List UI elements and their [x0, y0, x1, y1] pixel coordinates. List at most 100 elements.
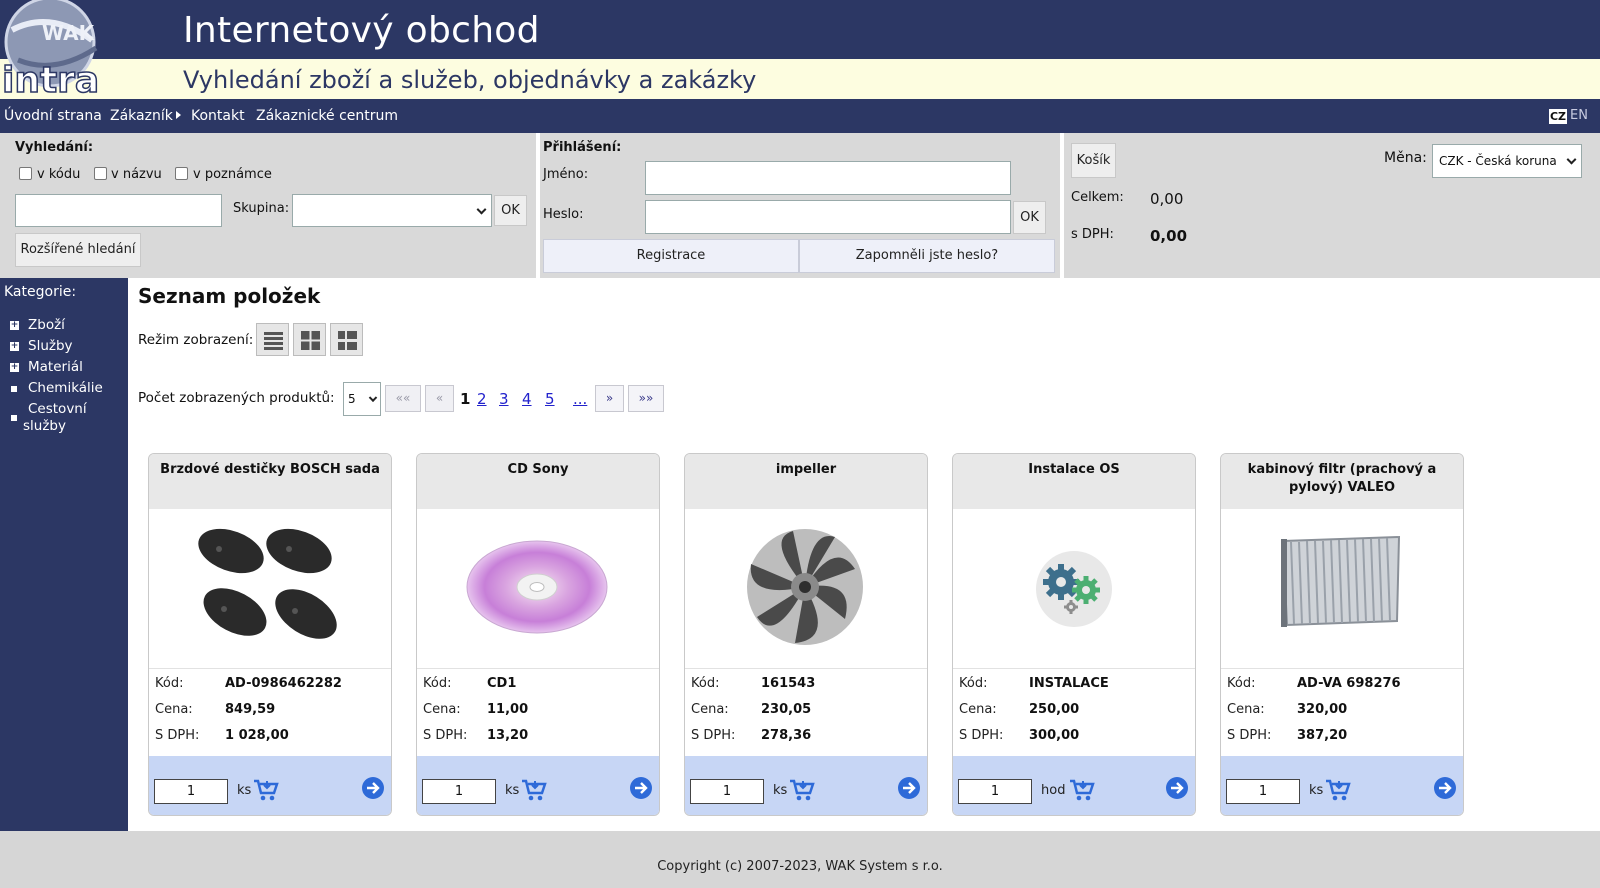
login-ok-button[interactable]: OK — [1013, 201, 1046, 234]
search-input[interactable] — [15, 194, 222, 227]
forgot-password-button[interactable]: Zapomněli jste heslo? — [799, 239, 1055, 273]
card-divider — [149, 668, 391, 669]
search-in-note-checkbox[interactable] — [175, 167, 188, 180]
cart-icon[interactable] — [1069, 778, 1095, 802]
expand-plus-icon[interactable]: + — [10, 321, 19, 330]
product-code: INSTALACE — [1029, 676, 1109, 691]
unit-label: ks — [773, 783, 788, 798]
items-count-select[interactable]: 5 — [343, 382, 381, 416]
lang-cz-button[interactable]: CZ — [1549, 109, 1567, 124]
caret-right-icon — [175, 111, 181, 119]
expand-plus-icon[interactable]: + — [10, 342, 19, 351]
pager-page-4[interactable]: 4 — [522, 390, 532, 408]
search-in-note-label: v poznámce — [193, 167, 272, 182]
group-select[interactable] — [292, 194, 492, 227]
password-input[interactable] — [645, 200, 1011, 234]
card-footer: 1 ks — [149, 756, 391, 815]
product-name[interactable]: kabinový filtr (prachový a pylový) VALEO — [1221, 454, 1463, 509]
bullet-icon — [11, 415, 17, 421]
product-name[interactable]: impeller — [685, 454, 927, 509]
unit-label: ks — [1309, 783, 1324, 798]
vat-label: S DPH: — [1227, 728, 1272, 743]
vat-total-value: 0,00 — [1150, 227, 1188, 245]
search-in-name-checkbox[interactable] — [94, 167, 107, 180]
product-image-brake-pads[interactable] — [149, 509, 391, 669]
pager-page-5[interactable]: 5 — [545, 390, 555, 408]
arrow-right-circle-icon[interactable] — [629, 776, 653, 800]
product-image-cd[interactable] — [417, 509, 659, 669]
quantity-input[interactable]: 1 — [422, 779, 496, 804]
site-subtitle: Vyhledání zboží a služeb, objednávky a z… — [183, 66, 757, 94]
category-goods[interactable]: Zboží — [28, 317, 65, 333]
username-label: Jméno: — [543, 167, 589, 182]
pager-next-button[interactable]: » — [595, 385, 624, 412]
view-list-button[interactable] — [256, 323, 289, 356]
price-label: Cena: — [691, 702, 729, 717]
advanced-search-button[interactable]: Rozšířené hledání — [15, 233, 141, 267]
logo[interactable]: WAK intra — [0, 0, 112, 102]
lang-en-button[interactable]: EN — [1570, 108, 1588, 123]
view-rows-button[interactable] — [330, 323, 363, 356]
product-vat-price: 1 028,00 — [225, 728, 289, 743]
cart-icon[interactable] — [253, 778, 279, 802]
cart-icon[interactable] — [789, 778, 815, 802]
view-tiles-button[interactable] — [293, 323, 326, 356]
arrow-right-circle-icon[interactable] — [1433, 776, 1457, 800]
cart-button[interactable]: Košík — [1071, 143, 1116, 178]
pager-page-2[interactable]: 2 — [477, 390, 487, 408]
username-input[interactable] — [645, 161, 1011, 195]
card-divider — [685, 668, 927, 669]
quantity-input[interactable]: 1 — [1226, 779, 1300, 804]
quantity-input[interactable]: 1 — [958, 779, 1032, 804]
nav-customer[interactable]: Zákazník — [110, 108, 181, 124]
quantity-input[interactable]: 1 — [154, 779, 228, 804]
product-name[interactable]: Brzdové destičky BOSCH sada — [149, 454, 391, 509]
pager-first-button[interactable]: «« — [385, 385, 421, 412]
product-image-impeller[interactable] — [685, 509, 927, 669]
pager-prev-button[interactable]: « — [425, 385, 454, 412]
cart-icon[interactable] — [1325, 778, 1351, 802]
product-card: CD Sony Kód: CD1 Cena: 11,00 S DPH: 13,2… — [416, 453, 660, 816]
code-label: Kód: — [959, 676, 988, 691]
chevron-down-icon — [1566, 154, 1577, 165]
arrow-right-circle-icon[interactable] — [897, 776, 921, 800]
product-image-gears[interactable] — [953, 509, 1195, 669]
card-footer: 1 ks — [1221, 756, 1463, 815]
register-button[interactable]: Registrace — [543, 239, 799, 273]
product-code: AD-0986462282 — [225, 676, 342, 691]
page-title: Seznam položek — [138, 284, 321, 308]
arrow-right-circle-icon[interactable] — [1165, 776, 1189, 800]
pager-last-button[interactable]: »» — [628, 385, 664, 412]
code-label: Kód: — [423, 676, 452, 691]
currency-select[interactable]: CZK - Česká koruna — [1432, 144, 1582, 178]
search-in-code-label: v kódu — [37, 167, 81, 182]
category-travel[interactable]: Cestovní — [28, 401, 87, 417]
vat-label: S DPH: — [959, 728, 1004, 743]
pager-more[interactable]: ... — [573, 390, 587, 408]
expand-plus-icon[interactable]: + — [10, 363, 19, 372]
product-vat-price: 13,20 — [487, 728, 529, 743]
pager-page-3[interactable]: 3 — [499, 390, 509, 408]
product-image-cabin-filter[interactable] — [1221, 509, 1463, 669]
product-card: Instalace OS Kód: INSTALACE Cena: 250,00… — [952, 453, 1196, 816]
pager-current-page: 1 — [460, 390, 471, 408]
category-chemicals[interactable]: Chemikálie — [28, 380, 103, 396]
nav-customer-center[interactable]: Zákaznické centrum — [256, 108, 398, 124]
search-in-name-label: v názvu — [111, 167, 162, 182]
category-services[interactable]: Služby — [28, 338, 73, 354]
search-ok-button[interactable]: OK — [494, 195, 527, 226]
price-label: Cena: — [1227, 702, 1265, 717]
search-in-code-checkbox[interactable] — [19, 167, 32, 180]
nav-home[interactable]: Úvodní strana — [4, 108, 102, 124]
arrow-right-circle-icon[interactable] — [361, 776, 385, 800]
price-label: Cena: — [423, 702, 461, 717]
quantity-input[interactable]: 1 — [690, 779, 764, 804]
nav-contact[interactable]: Kontakt — [191, 108, 245, 124]
unit-label: hod — [1041, 783, 1066, 798]
product-name[interactable]: CD Sony — [417, 454, 659, 509]
cart-icon[interactable] — [521, 778, 547, 802]
category-travel-line2[interactable]: služby — [23, 418, 66, 434]
grid-tiles-icon — [301, 331, 320, 350]
product-name[interactable]: Instalace OS — [953, 454, 1195, 509]
category-material[interactable]: Materiál — [28, 359, 83, 375]
